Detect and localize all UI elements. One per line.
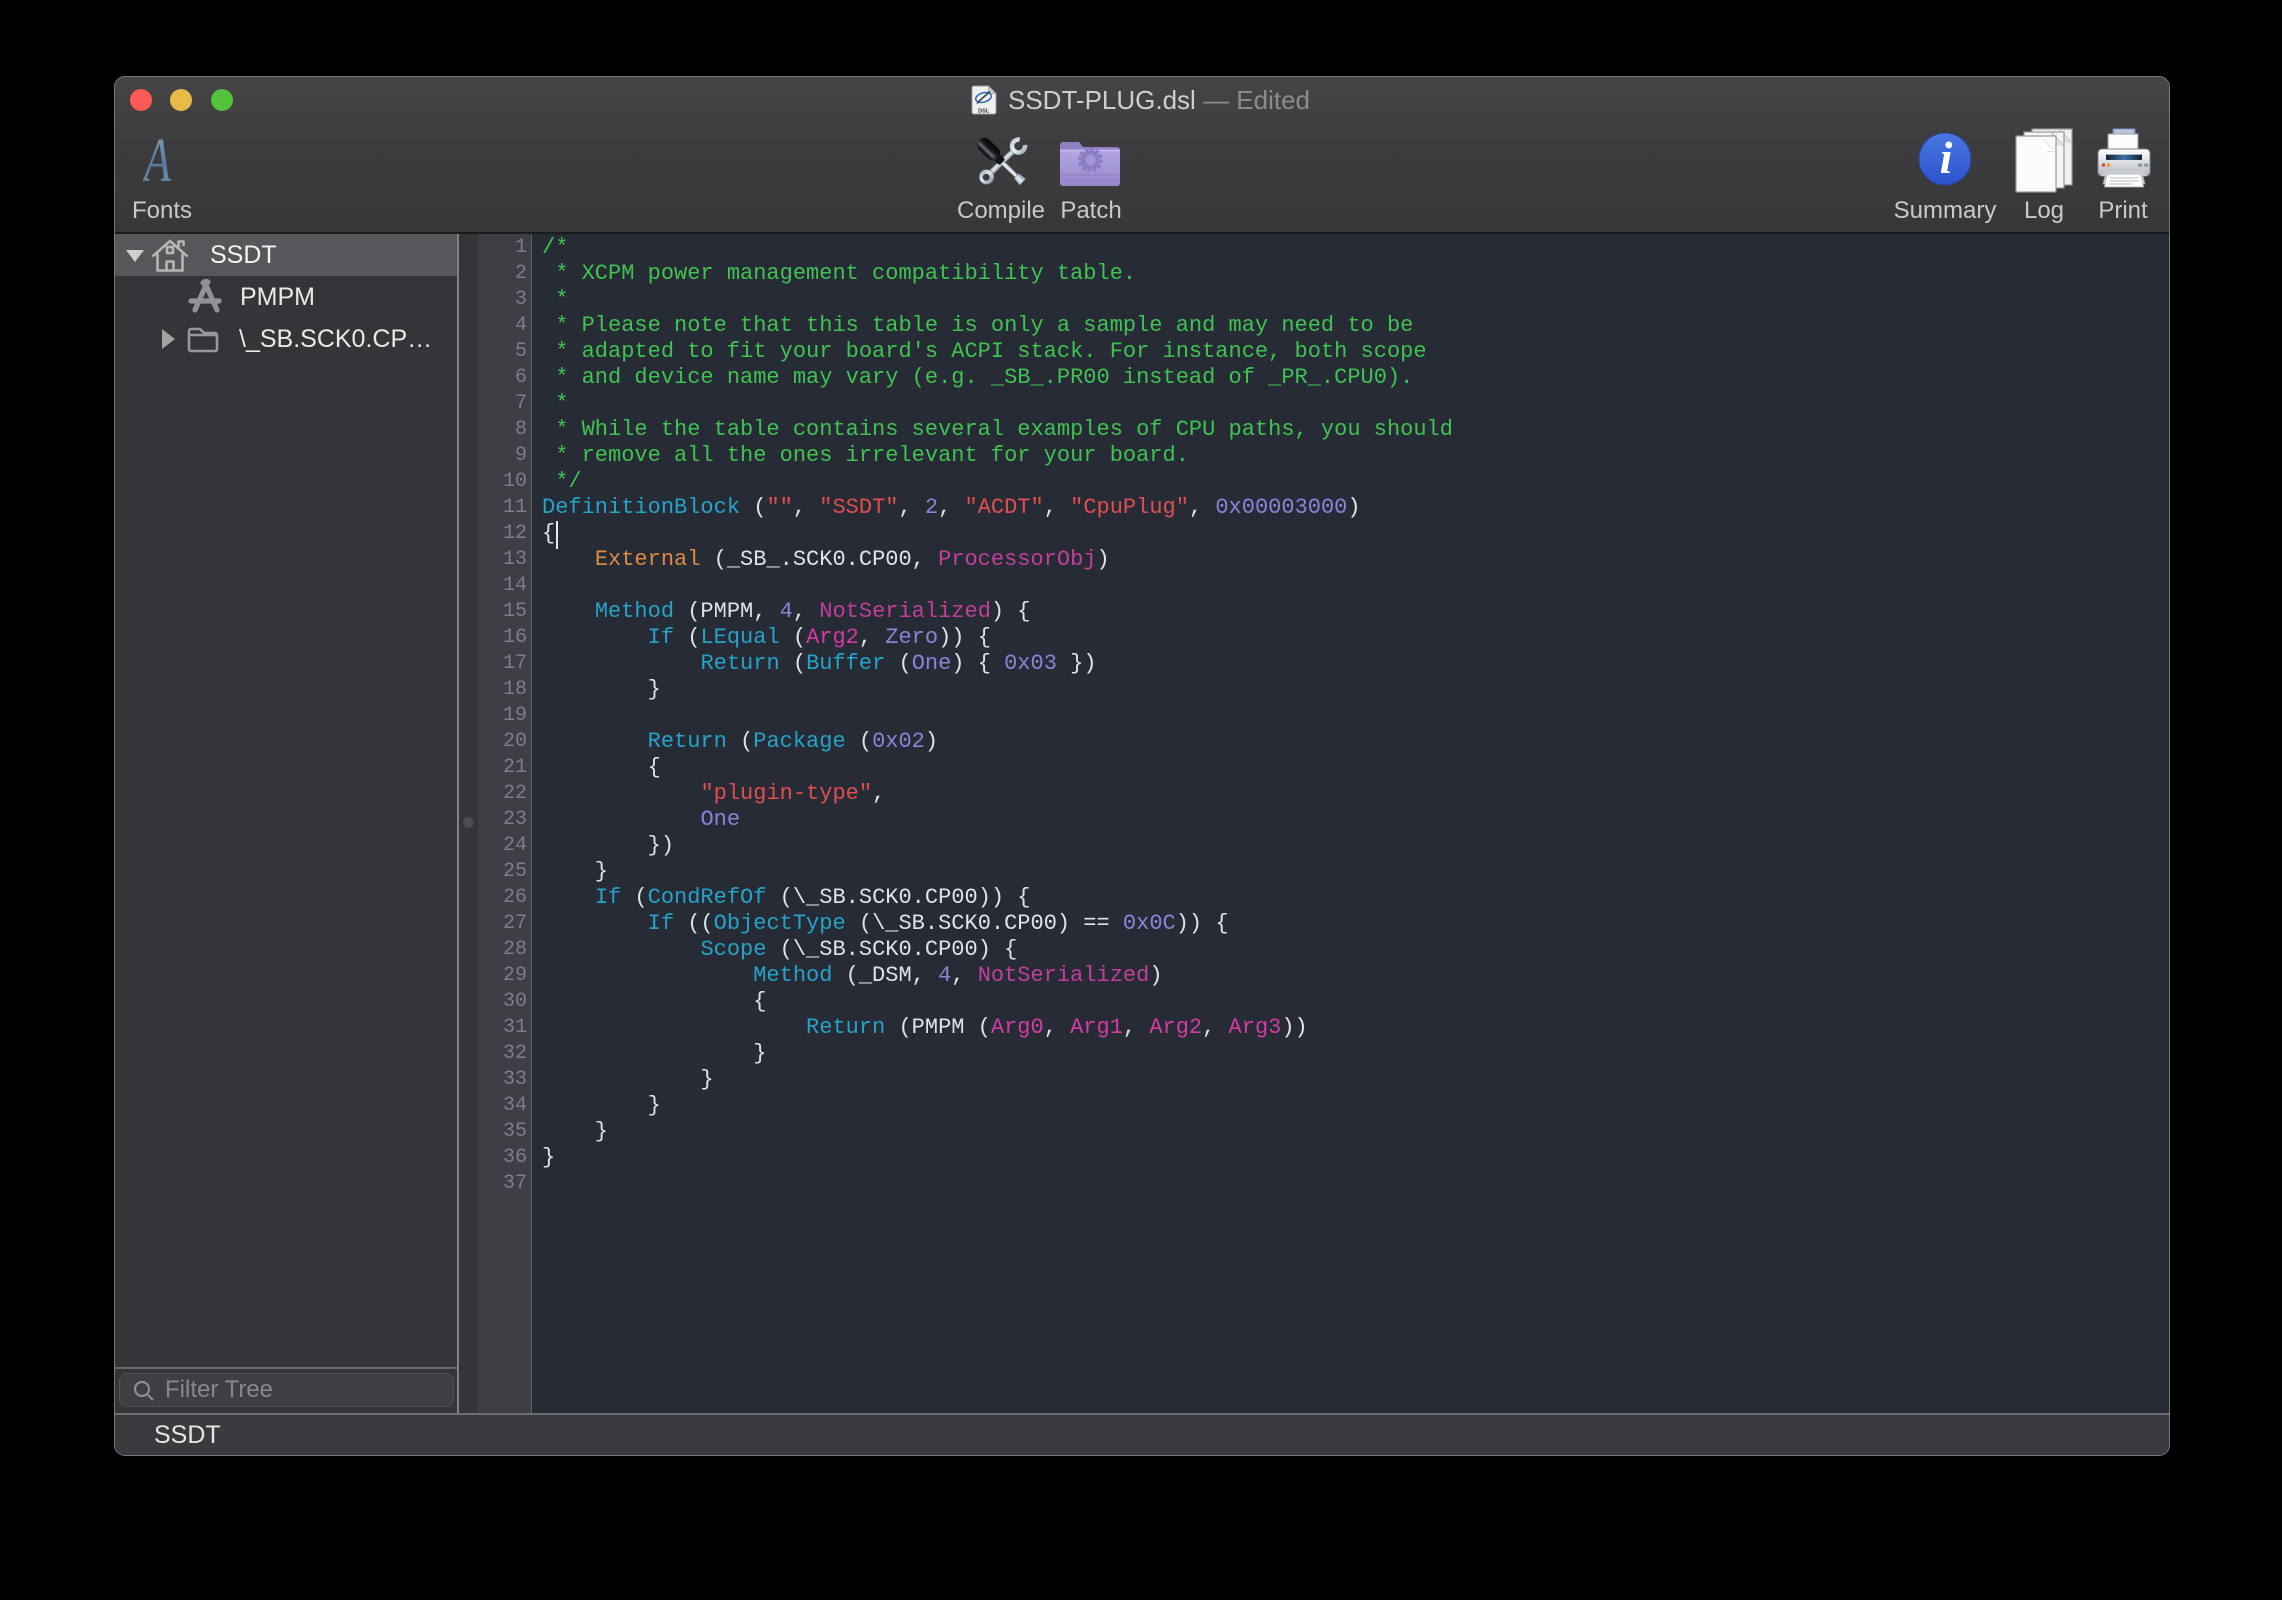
- svg-text:i: i: [1940, 132, 1953, 183]
- svg-text:DSL: DSL: [978, 109, 990, 115]
- svg-text:A: A: [143, 135, 172, 187]
